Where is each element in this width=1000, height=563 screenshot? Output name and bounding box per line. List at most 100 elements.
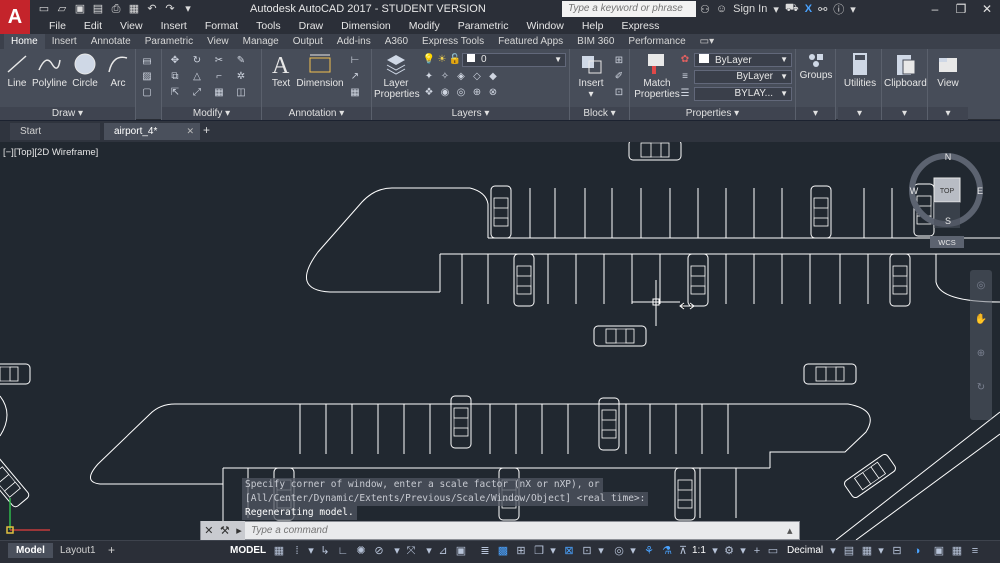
menu-window[interactable]: Window (517, 20, 572, 32)
tab-add-ins[interactable]: Add-ins (330, 34, 378, 49)
dynamic-ucs-icon[interactable]: ⊞ (514, 544, 528, 558)
menu-format[interactable]: Format (196, 20, 247, 32)
rotate-icon[interactable]: ↻ (190, 55, 204, 67)
connect-icon[interactable]: ⚯ (818, 3, 827, 16)
menu-dimension[interactable]: Dimension (332, 20, 400, 32)
layer-freeze-sel-icon[interactable]: ❖ (422, 87, 436, 99)
command-line-dropdown-icon[interactable]: ▴ (787, 524, 799, 537)
help-icon[interactable]: ⓘ (833, 1, 844, 17)
utilities-panel-expand[interactable]: ▾ (838, 107, 881, 120)
save-icon[interactable]: ▣ (72, 1, 88, 17)
fillet-icon[interactable]: ⌐ (212, 71, 226, 83)
compass-south[interactable]: S (945, 216, 951, 226)
help-dropdown-icon[interactable]: ▾ (850, 3, 856, 16)
add-scale-icon[interactable]: + (750, 544, 764, 558)
annotation-object-icon[interactable]: ⊼ (676, 544, 690, 558)
match-properties-tool[interactable]: Match Properties (634, 52, 680, 100)
layout1-tab[interactable]: Layout1 (52, 543, 104, 558)
text-tool[interactable]: A Text (266, 52, 296, 89)
menu-parametric[interactable]: Parametric (449, 20, 518, 32)
lineweight-icon[interactable]: ≡ (678, 71, 692, 83)
menu-help[interactable]: Help (573, 20, 613, 32)
binoculars-icon[interactable]: ⚇ (700, 3, 710, 16)
offset-icon[interactable]: ◫ (234, 87, 248, 99)
ribbon-minimize-icon[interactable]: ▭▾ (693, 34, 721, 49)
array-icon[interactable]: ▦ (212, 87, 226, 99)
move-icon[interactable]: ✥ (168, 55, 182, 67)
drawing-tab[interactable]: airport_4* ✕ (104, 123, 200, 140)
menu-insert[interactable]: Insert (152, 20, 196, 32)
view-panel-expand[interactable]: ▾ (928, 107, 968, 120)
close-command-line-icon[interactable]: ✕ (204, 524, 213, 537)
erase-icon[interactable]: ✎ (234, 55, 248, 67)
tab-performance[interactable]: Performance (621, 34, 692, 49)
clean-screen-icon[interactable]: ▣ (932, 544, 946, 558)
minimize-icon[interactable]: – (922, 0, 948, 18)
menu-file[interactable]: File (40, 20, 75, 32)
annotation-scale[interactable]: 1:1 (692, 545, 706, 556)
customize-status-bar-icon[interactable]: ≡ (968, 544, 982, 558)
linear-dim-icon[interactable]: ⊢ (348, 55, 362, 67)
annotative-icon[interactable]: ⚗ (660, 544, 674, 558)
tab-express-tools[interactable]: Express Tools (415, 34, 491, 49)
layer-unisolate-icon[interactable]: ✧ (438, 71, 452, 83)
selection-filter-icon[interactable]: ❒ (532, 544, 546, 558)
wcs-menu[interactable]: WCS (938, 238, 956, 247)
lineweight-dropdown[interactable]: BYLAY... ▼ (694, 87, 792, 101)
annotation-scale-dropdown-icon[interactable]: ▾ (594, 544, 608, 558)
command-input[interactable] (245, 522, 787, 539)
cart-icon[interactable]: ⛟ (785, 2, 799, 16)
explode-icon[interactable]: ✲ (234, 71, 248, 83)
circle-tool[interactable]: Circle (70, 52, 100, 89)
annotation-panel-label[interactable]: Annotation ▾ (262, 107, 371, 120)
layer-lock-sel-icon[interactable]: ◉ (438, 87, 452, 99)
workspace-switching-dropdown-icon[interactable]: ▾ (736, 544, 750, 558)
search-input[interactable] (562, 1, 696, 17)
auto-scale-icon[interactable]: ⊡ (580, 544, 594, 558)
quick-properties-icon[interactable]: ▤ (842, 544, 856, 558)
customization-icon[interactable]: ▦ (950, 544, 964, 558)
trim-icon[interactable]: ✂ (212, 55, 226, 67)
new-tab-icon[interactable]: + (203, 123, 210, 137)
redo-icon[interactable]: ↷ (162, 1, 178, 17)
linetype-dropdown[interactable]: ByLayer ▼ (694, 70, 792, 84)
steering-wheel-icon[interactable]: ◎ (974, 280, 988, 292)
block-panel-label[interactable]: Block ▾ (570, 107, 629, 120)
arc-tool[interactable]: Arc (104, 52, 132, 89)
viewcube[interactable]: TOP N E W S WCS (902, 150, 986, 252)
menu-view[interactable]: View (111, 20, 152, 32)
open-file-icon[interactable]: ▱ (54, 1, 70, 17)
sign-in-dropdown-icon[interactable]: ▾ (773, 3, 779, 16)
units-display[interactable]: Decimal (787, 545, 823, 556)
plot-icon[interactable]: ▦ (126, 1, 142, 17)
annotation-monitor-icon[interactable]: ⚘ (642, 544, 656, 558)
modify-panel-label[interactable]: Modify ▾ (162, 107, 261, 120)
start-tab[interactable]: Start (10, 123, 100, 140)
tab-home[interactable]: Home (4, 34, 45, 49)
layer-isolate-icon[interactable]: ✦ (422, 71, 436, 83)
hardware-acceleration-icon[interactable]: ◑ (910, 544, 924, 558)
properties-panel-label[interactable]: Properties ▾ (630, 107, 795, 120)
units-icon[interactable]: ▭ (766, 544, 780, 558)
clipboard-tool[interactable]: Clipboard (884, 52, 927, 89)
leader-icon[interactable]: ↗ (348, 71, 362, 83)
isodraft-icon[interactable]: ▾ (390, 544, 404, 558)
tab-featured-apps[interactable]: Featured Apps (491, 34, 570, 49)
boundary-tool-icon[interactable]: ▢ (140, 87, 154, 99)
edit-attributes-icon[interactable]: ⊡ (612, 87, 626, 99)
snap-dropdown-icon[interactable]: ▾ (304, 544, 318, 558)
lineweight-toggle-icon[interactable]: ⊿ (436, 544, 450, 558)
draw-panel-label[interactable]: Draw ▾ (0, 107, 135, 120)
workspace-icon[interactable]: ◎ (612, 544, 626, 558)
selection-cycling-icon[interactable]: ≣ (478, 544, 492, 558)
drawing-canvas[interactable]: [−][Top][2D Wireframe] TOP N E W S WCS ◎… (0, 142, 1000, 540)
grid-icon[interactable]: ▦ (272, 544, 286, 558)
polyline-tool[interactable]: Polyline (32, 52, 67, 89)
menu-express[interactable]: Express (612, 20, 668, 32)
units-dropdown-icon[interactable]: ▾ (826, 544, 840, 558)
layer-dropdown[interactable]: 0 ▼ (462, 53, 566, 67)
close-icon[interactable]: ✕ (974, 0, 1000, 18)
restore-icon[interactable]: ❐ (948, 0, 974, 18)
mirror-icon[interactable]: △ (190, 71, 204, 83)
tab-manage[interactable]: Manage (236, 34, 286, 49)
